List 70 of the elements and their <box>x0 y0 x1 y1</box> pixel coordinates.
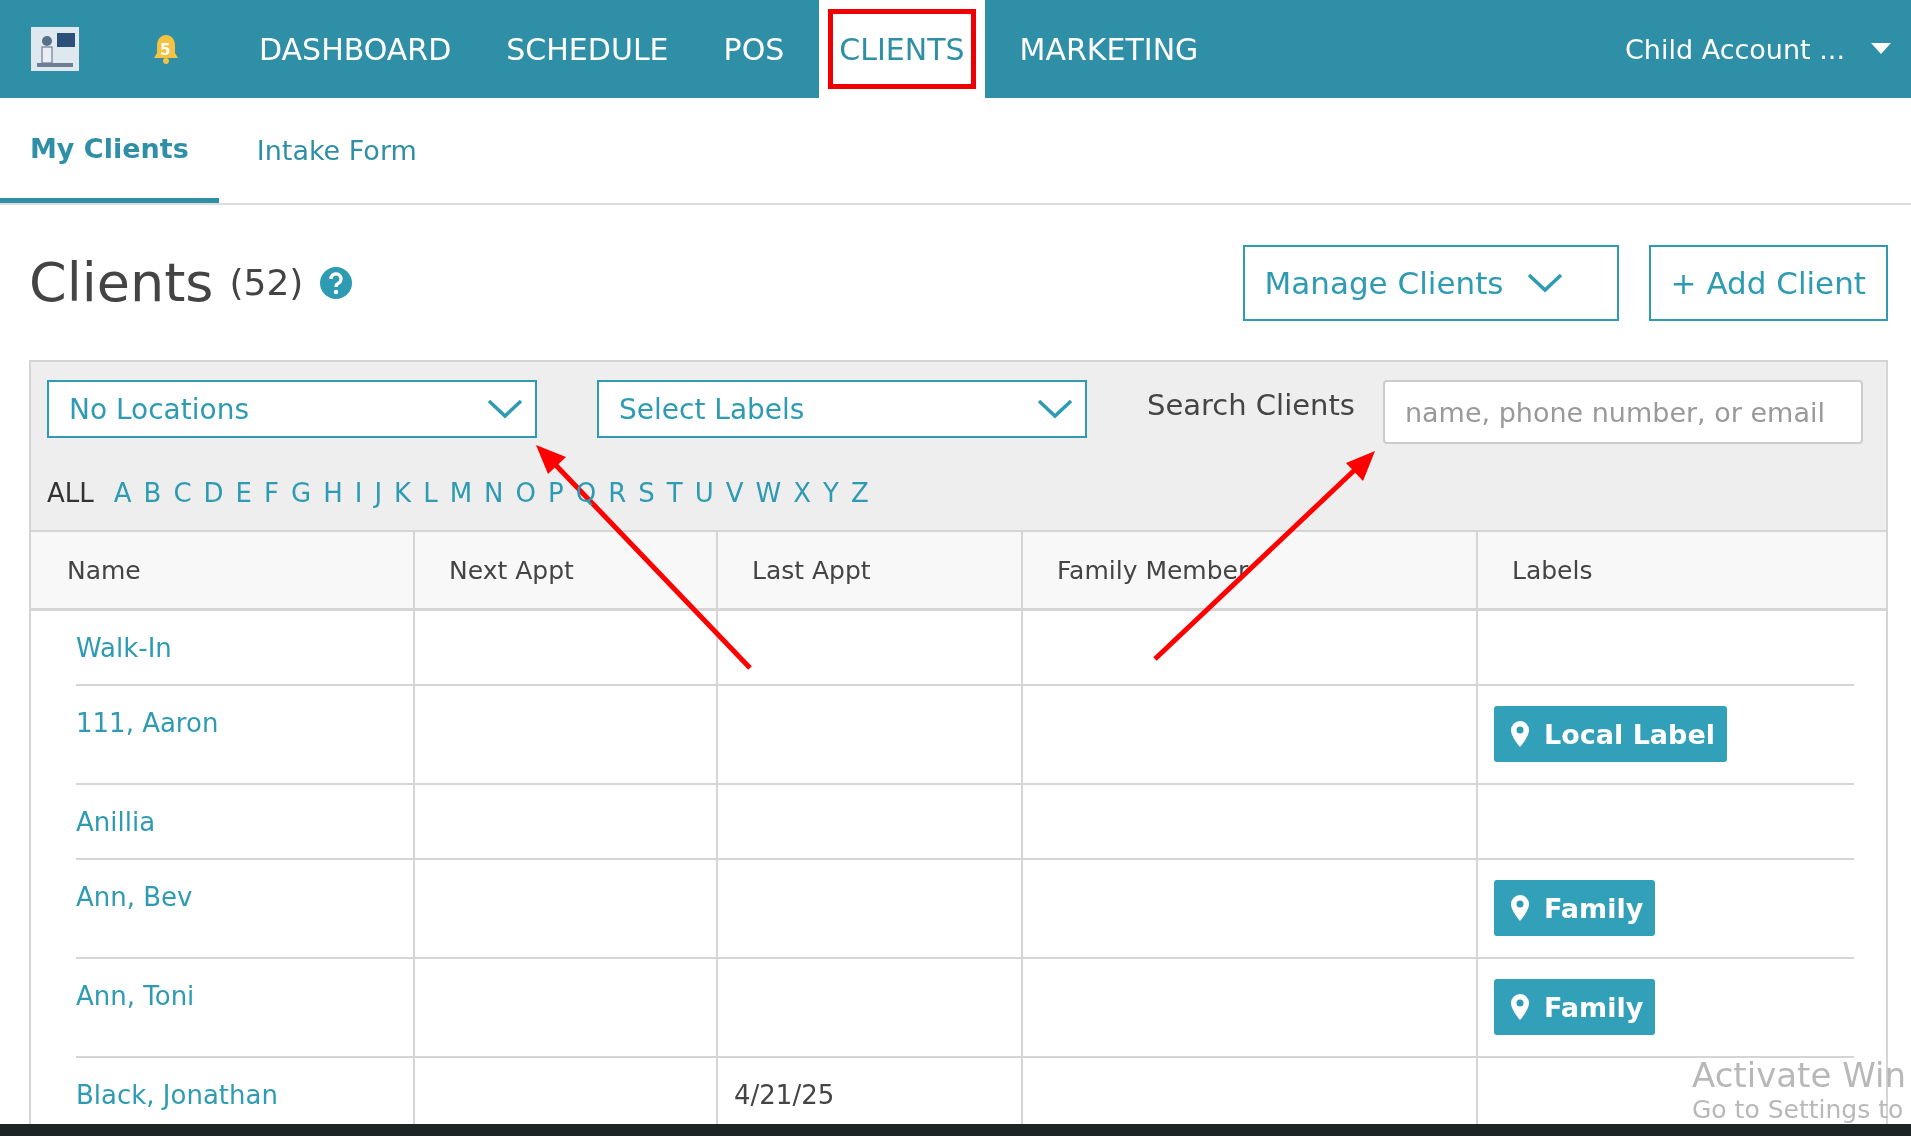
chevron-down-icon <box>487 399 523 419</box>
client-name-link[interactable]: Ann, Bev <box>76 882 193 912</box>
logo-icon[interactable] <box>31 27 79 71</box>
account-menu[interactable]: Child Account ... <box>1624 33 1845 65</box>
nav-item[interactable]: POS <box>703 0 805 98</box>
letter-filter[interactable]: R <box>608 478 627 508</box>
label-tag: Family <box>1494 880 1656 936</box>
letter-filter[interactable]: S <box>638 478 655 508</box>
map-pin-icon <box>1510 721 1530 747</box>
nav-item[interactable]: CLIENTS <box>819 0 985 98</box>
chevron-down-icon <box>1527 272 1564 293</box>
add-client-button[interactable]: + Add Client <box>1648 244 1888 321</box>
labels-dropdown[interactable]: Select Labels <box>597 380 1087 438</box>
letter-filter[interactable]: F <box>264 478 279 508</box>
letter-filter[interactable]: E <box>235 478 253 508</box>
nav-item[interactable]: SCHEDULE <box>486 0 689 98</box>
label-tag: Local Label <box>1494 706 1727 762</box>
letter-filter[interactable]: U <box>694 478 714 508</box>
nav-item[interactable]: MARKETING <box>999 0 1219 98</box>
activation-hint: Go to Settings to <box>1692 1095 1904 1124</box>
client-name-link[interactable]: Anillia <box>76 807 156 837</box>
column-header: Family Member <box>1021 532 1476 608</box>
help-icon[interactable] <box>319 265 354 300</box>
sub-tab[interactable]: Intake Form <box>226 98 447 203</box>
notification-count: 5 <box>160 41 171 59</box>
letter-filter[interactable]: P <box>548 478 564 508</box>
table-cell: 4/21/25 <box>734 1080 835 1110</box>
activation-notice: Activate Win <box>1692 1055 1906 1095</box>
letter-filter[interactable]: J <box>374 478 383 508</box>
letter-filter[interactable]: I <box>354 478 363 508</box>
letter-filter[interactable]: C <box>173 478 192 508</box>
column-header: Labels <box>1476 532 1886 608</box>
client-name-link[interactable]: Walk-In <box>76 633 172 663</box>
letter-filter[interactable]: X <box>793 478 811 508</box>
letter-filter[interactable]: B <box>143 478 162 508</box>
map-pin-icon <box>1510 994 1530 1020</box>
map-pin-icon <box>1510 895 1530 921</box>
letter-filter[interactable]: A <box>113 478 132 508</box>
letter-filter[interactable]: L <box>423 478 438 508</box>
letter-filter[interactable]: N <box>484 478 504 508</box>
client-name-link[interactable]: 111, Aaron <box>76 708 219 738</box>
column-header: Name <box>66 554 142 587</box>
caret-icon[interactable] <box>1871 43 1891 55</box>
search-label: Search Clients <box>1147 388 1355 422</box>
search-field[interactable]: name, phone number, or email <box>1382 380 1863 444</box>
letter-filter[interactable]: T <box>666 478 683 508</box>
location-dropdown[interactable]: No Locations <box>47 380 537 438</box>
manage-clients-button[interactable]: Manage Clients <box>1242 244 1619 321</box>
nav-item[interactable]: DASHBOARD <box>239 0 472 98</box>
chevron-down-icon <box>1037 399 1073 419</box>
client-count: (52) <box>229 262 304 303</box>
client-name-link[interactable]: Black, Jonathan <box>76 1080 278 1110</box>
letter-filter[interactable]: D <box>203 478 224 508</box>
label-tag: Family <box>1494 979 1656 1035</box>
letter-filter[interactable]: H <box>323 478 343 508</box>
bell-icon[interactable] <box>151 33 181 65</box>
client-name-link[interactable]: Ann, Toni <box>76 981 195 1011</box>
letter-filter[interactable]: M <box>449 478 473 508</box>
letter-filter[interactable]: V <box>725 478 744 508</box>
letter-filter[interactable]: O <box>515 478 536 508</box>
sub-tab[interactable]: My Clients <box>0 98 219 203</box>
letter-filter[interactable]: Y <box>823 478 839 508</box>
letter-filter[interactable]: Z <box>850 478 869 508</box>
column-header: Next Appt <box>413 532 716 608</box>
letter-filter[interactable]: ALL <box>47 478 94 508</box>
letter-filter[interactable]: W <box>755 478 782 508</box>
letter-filter[interactable]: G <box>291 478 312 508</box>
page-title: Clients <box>29 251 214 314</box>
letter-filter[interactable]: K <box>394 478 412 508</box>
column-header: Last Appt <box>716 532 1021 608</box>
